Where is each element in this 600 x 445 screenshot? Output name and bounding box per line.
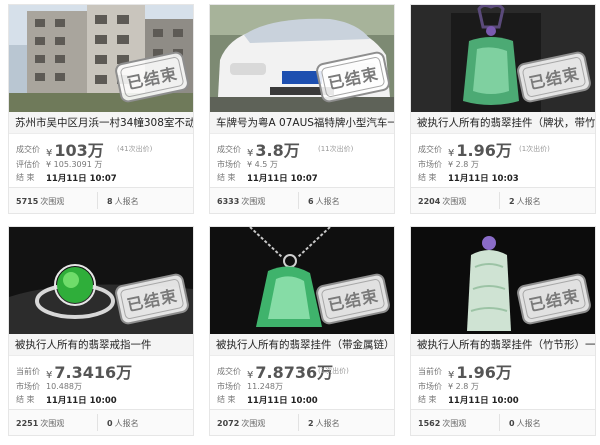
auction-card[interactable]: 已结束 被执行人所有的翡翠挂件（牌状，带竹… 成交价 ¥1.96万 (1次出价)… <box>410 4 596 214</box>
bid-count: (1次出价) <box>318 367 349 375</box>
bid-count: (41次出价) <box>117 145 153 153</box>
divider <box>298 414 299 431</box>
end-label: 结 束 <box>217 395 236 404</box>
divider <box>97 192 98 209</box>
sub-price-value: 11.248万 <box>247 382 283 391</box>
lot-title[interactable]: 被执行人所有的翡翠挂件（带金属链）… <box>210 334 394 356</box>
signup-count: 6 人报名 <box>308 197 340 206</box>
view-count: 6333 次围观 <box>217 197 266 206</box>
sub-price-label: 市场价 <box>418 160 442 169</box>
jade-pendant-chain-photo[interactable]: 已结束 <box>210 227 394 334</box>
auction-card[interactable]: 已结束 被执行人所有的翡翠挂件（竹节形）一件 当前价 ¥1.96万 市场价 ¥ … <box>410 226 596 436</box>
signup-count: 8 人报名 <box>107 197 139 206</box>
sub-price-label: 市场价 <box>418 382 442 391</box>
card-footer: 1562 次围观 0 人报名 <box>411 409 595 435</box>
sub-price-label: 市场价 <box>217 382 241 391</box>
signup-count: 2 人报名 <box>308 419 340 428</box>
auction-card[interactable]: 已结束 被执行人所有的翡翠戒指一件 当前价 ¥7.3416万 市场价 10.48… <box>8 226 194 436</box>
price-label: 当前价 <box>418 367 442 376</box>
auction-card[interactable]: 已结束 苏州市吴中区月浜一村34幢308室不动产 成交价 ¥103万 (41次出… <box>8 4 194 214</box>
card-footer: 2204 次围观 2 人报名 <box>411 187 595 213</box>
card-footer: 5715 次围观 8 人报名 <box>9 187 193 213</box>
auction-card[interactable]: 已结束 被执行人所有的翡翠挂件（带金属链）… 成交价 ¥7.8736万 (1次出… <box>209 226 395 436</box>
price-label: 成交价 <box>217 145 241 154</box>
divider <box>499 192 500 209</box>
sub-price-label: 市场价 <box>16 382 40 391</box>
view-count: 2204 次围观 <box>418 197 467 206</box>
end-label: 结 束 <box>16 395 35 404</box>
sub-price-value: ¥ 2.8 万 <box>448 382 479 391</box>
jade-ring-photo[interactable]: 已结束 <box>9 227 193 334</box>
sub-price-label: 评估价 <box>16 160 40 169</box>
sub-price-value: ¥ 105.3091 万 <box>46 160 103 169</box>
divider <box>97 414 98 431</box>
jade-bamboo-pendant-photo[interactable]: 已结束 <box>411 227 595 334</box>
end-time: 11月11日 10:00 <box>448 396 519 406</box>
end-label: 结 束 <box>217 173 236 182</box>
price-label: 成交价 <box>217 367 241 376</box>
card-footer: 2072 次围观 2 人报名 <box>210 409 394 435</box>
price-label: 成交价 <box>418 145 442 154</box>
end-label: 结 束 <box>418 395 437 404</box>
lot-title[interactable]: 被执行人所有的翡翠戒指一件 <box>9 334 193 356</box>
sub-price-value: 10.488万 <box>46 382 82 391</box>
lot-title[interactable]: 车牌号为粤A 07AUS福特牌小型汽车一辆 <box>210 112 394 134</box>
bid-count: (11次出价) <box>318 145 354 153</box>
lot-title[interactable]: 被执行人所有的翡翠挂件（牌状，带竹… <box>411 112 595 134</box>
end-time: 11月11日 10:00 <box>247 396 318 406</box>
signup-count: 2 人报名 <box>509 197 541 206</box>
view-count: 2072 次围观 <box>217 419 266 428</box>
bid-count: (1次出价) <box>519 145 550 153</box>
end-time: 11月11日 10:07 <box>247 174 318 184</box>
signup-count: 0 人报名 <box>509 419 541 428</box>
divider <box>499 414 500 431</box>
view-count: 1562 次围观 <box>418 419 467 428</box>
lot-title[interactable]: 苏州市吴中区月浜一村34幢308室不动产 <box>9 112 193 134</box>
price-label: 当前价 <box>16 367 40 376</box>
auction-card[interactable]: 已结束 车牌号为粤A 07AUS福特牌小型汽车一辆 成交价 ¥3.8万 (11次… <box>209 4 395 214</box>
price-label: 成交价 <box>16 145 40 154</box>
sub-price-value: ¥ 2.8 万 <box>448 160 479 169</box>
sub-price-label: 市场价 <box>217 160 241 169</box>
view-count: 5715 次围观 <box>16 197 65 206</box>
end-label: 结 束 <box>16 173 35 182</box>
card-footer: 6333 次围观 6 人报名 <box>210 187 394 213</box>
sub-price-value: ¥ 4.5 万 <box>247 160 278 169</box>
view-count: 2251 次围观 <box>16 419 65 428</box>
divider <box>298 192 299 209</box>
end-label: 结 束 <box>418 173 437 182</box>
signup-count: 0 人报名 <box>107 419 139 428</box>
lot-title[interactable]: 被执行人所有的翡翠挂件（竹节形）一件 <box>411 334 595 356</box>
card-footer: 2251 次围观 0 人报名 <box>9 409 193 435</box>
jade-pendant-photo[interactable]: 已结束 <box>411 5 595 112</box>
end-time: 11月11日 10:07 <box>46 174 117 184</box>
white-car-photo[interactable]: 已结束 <box>210 5 394 112</box>
apartment-building-photo[interactable]: 已结束 <box>9 5 193 112</box>
end-time: 11月11日 10:03 <box>448 174 519 184</box>
end-time: 11月11日 10:00 <box>46 396 117 406</box>
